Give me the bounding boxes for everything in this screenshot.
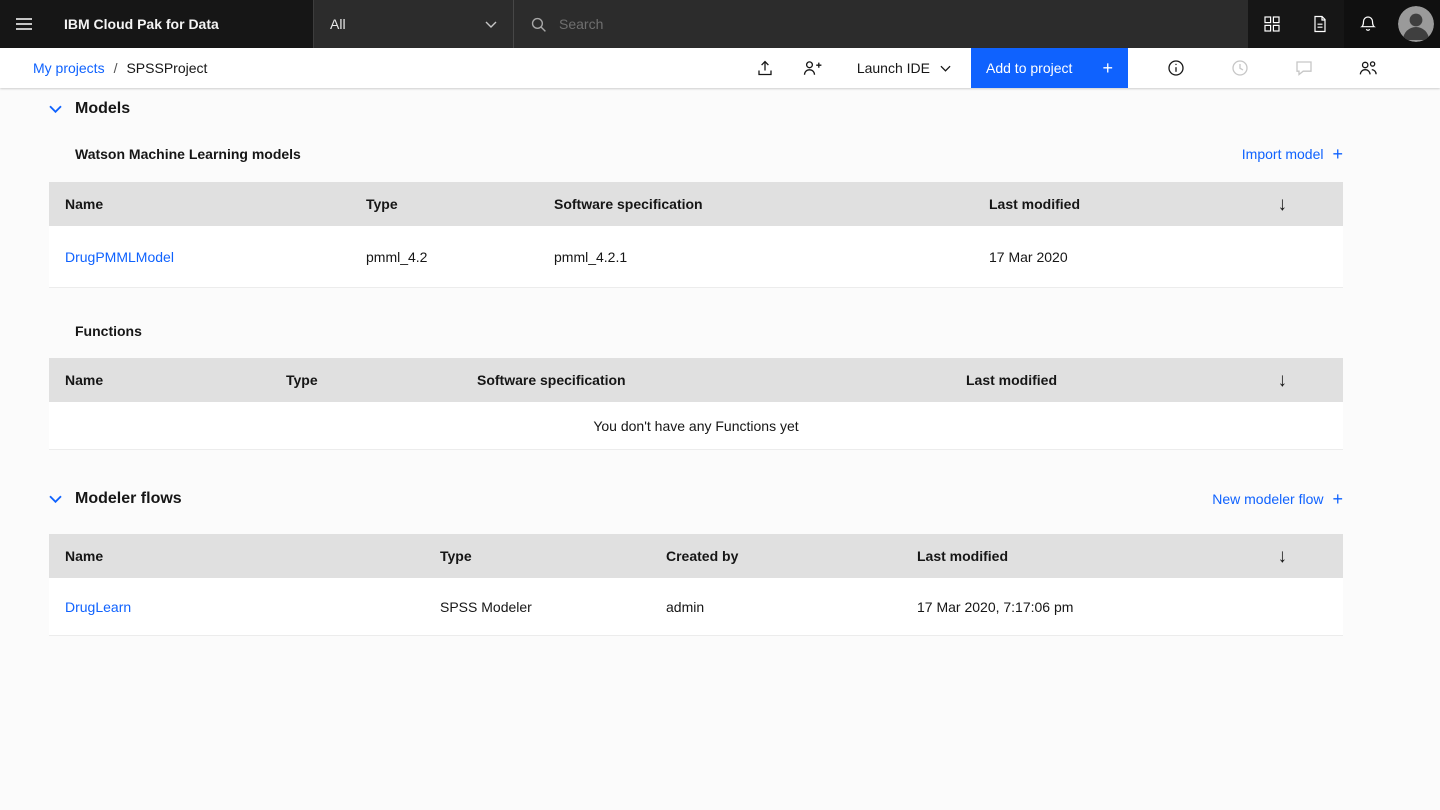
chevron-down-icon [49, 105, 62, 113]
chevron-down-icon [940, 65, 951, 72]
functions-table: Name Type Software specification Last mo… [49, 358, 1343, 450]
comments-button[interactable] [1280, 48, 1328, 88]
sort-descending-icon[interactable]: ↓ [1278, 547, 1344, 566]
search-icon [530, 16, 547, 33]
flow-type-cell: SPSS Modeler [424, 599, 650, 615]
document-icon [1311, 15, 1329, 33]
models-section-toggle[interactable]: Models [49, 100, 1343, 118]
people-icon [1358, 59, 1379, 77]
project-assets-content: Models Watson Machine Learning models Im… [0, 88, 1440, 636]
column-header-software-specification: Software specification [538, 196, 973, 212]
apps-grid-icon [1263, 15, 1281, 33]
model-name-link[interactable]: DrugPMMLModel [49, 249, 350, 265]
search-scope-value: All [330, 16, 346, 32]
profile-button[interactable] [1392, 0, 1440, 48]
global-search [513, 0, 1248, 48]
breadcrumb-my-projects-link[interactable]: My projects [33, 60, 105, 76]
column-header-name: Name [49, 372, 270, 388]
chevron-down-icon [49, 495, 62, 503]
project-info-button[interactable] [1152, 48, 1200, 88]
model-last-modified-cell: 17 Mar 2020 [973, 249, 1256, 265]
add-to-project-label: Add to project [986, 60, 1072, 76]
chat-bubble-icon [1295, 59, 1313, 77]
import-assets-button[interactable] [741, 48, 789, 88]
modeler-flows-table: Name Type Created by Last modified ↓ Dru… [49, 534, 1343, 636]
avatar [1398, 6, 1434, 42]
breadcrumb: My projects / SPSSProject [33, 60, 207, 76]
column-header-type: Type [270, 372, 461, 388]
new-modeler-flow-link[interactable]: New modeler flow + [1212, 490, 1343, 508]
column-header-last-modified: Last modified [973, 196, 1256, 212]
new-modeler-flow-label: New modeler flow [1212, 491, 1323, 507]
documentation-button[interactable] [1296, 0, 1344, 48]
modeler-flows-section-title: Modeler flows [75, 490, 182, 508]
wml-models-table-header: Name Type Software specification Last mo… [49, 182, 1343, 226]
table-row: DrugLearn SPSS Modeler admin 17 Mar 2020… [49, 578, 1343, 636]
app-title[interactable]: IBM Cloud Pak for Data [48, 0, 313, 48]
history-clock-icon [1231, 59, 1249, 77]
flow-last-modified-cell: 17 Mar 2020, 7:17:06 pm [901, 599, 1270, 615]
project-actions: Launch IDE Add to project + [741, 48, 1440, 88]
hamburger-menu-button[interactable] [0, 0, 48, 48]
recent-activity-button[interactable] [1216, 48, 1264, 88]
sort-descending-icon[interactable]: ↓ [1278, 371, 1344, 390]
models-section-title: Models [75, 100, 130, 118]
launch-ide-button[interactable]: Launch IDE [837, 48, 971, 88]
modeler-flows-section: Modeler flows New modeler flow + Name Ty… [49, 490, 1343, 636]
collaborators-button[interactable] [1344, 48, 1392, 88]
column-header-software-specification: Software specification [461, 372, 950, 388]
hamburger-icon [14, 14, 34, 34]
upload-icon [756, 59, 774, 77]
project-action-bar: My projects / SPSSProject Launch IDE Add… [0, 48, 1440, 88]
functions-title: Functions [49, 323, 1343, 339]
topbar-actions [1248, 0, 1440, 48]
search-input[interactable] [559, 16, 1232, 32]
wml-models-table: Name Type Software specification Last mo… [49, 182, 1343, 288]
bell-icon [1359, 15, 1377, 33]
column-header-last-modified: Last modified [950, 372, 1269, 388]
breadcrumb-separator: / [114, 60, 118, 76]
model-software-spec-cell: pmml_4.2.1 [538, 249, 973, 265]
import-model-label: Import model [1242, 146, 1324, 162]
breadcrumb-current-project: SPSSProject [126, 60, 207, 76]
services-grid-button[interactable] [1248, 0, 1296, 48]
add-to-project-button[interactable]: Add to project + [971, 48, 1128, 88]
column-header-name: Name [49, 548, 424, 564]
table-row: DrugPMMLModel pmml_4.2 pmml_4.2.1 17 Mar… [49, 226, 1343, 288]
functions-empty-message: You don't have any Functions yet [49, 402, 1343, 450]
column-header-type: Type [424, 548, 650, 564]
sort-descending-icon[interactable]: ↓ [1278, 195, 1344, 214]
launch-ide-label: Launch IDE [857, 60, 930, 76]
plus-icon: + [1332, 490, 1343, 508]
column-header-name: Name [49, 196, 350, 212]
models-section: Models Watson Machine Learning models Im… [49, 100, 1343, 450]
info-icon [1167, 59, 1185, 77]
search-scope-dropdown[interactable]: All [313, 0, 513, 48]
functions-table-header: Name Type Software specification Last mo… [49, 358, 1343, 402]
chevron-down-icon [485, 21, 497, 28]
wml-models-header-row: Watson Machine Learning models Import mo… [49, 145, 1343, 163]
column-header-created-by: Created by [650, 548, 901, 564]
column-header-type: Type [350, 196, 538, 212]
plus-icon: + [1332, 145, 1343, 163]
modeler-flows-section-toggle[interactable]: Modeler flows [49, 490, 182, 508]
modeler-flows-header-row: Modeler flows New modeler flow + [49, 490, 1343, 508]
top-navigation-bar: IBM Cloud Pak for Data All [0, 0, 1440, 48]
wml-models-title: Watson Machine Learning models [75, 146, 301, 162]
add-collaborator-button[interactable] [789, 48, 837, 88]
modeler-flows-table-header: Name Type Created by Last modified ↓ [49, 534, 1343, 578]
flow-created-by-cell: admin [650, 599, 901, 615]
project-tool-icons [1152, 48, 1408, 88]
plus-icon: + [1102, 58, 1113, 79]
flow-name-link[interactable]: DrugLearn [49, 599, 424, 615]
import-model-link[interactable]: Import model + [1242, 145, 1343, 163]
notifications-button[interactable] [1344, 0, 1392, 48]
column-header-last-modified: Last modified [901, 548, 1270, 564]
add-user-icon [802, 59, 823, 77]
model-type-cell: pmml_4.2 [350, 249, 538, 265]
